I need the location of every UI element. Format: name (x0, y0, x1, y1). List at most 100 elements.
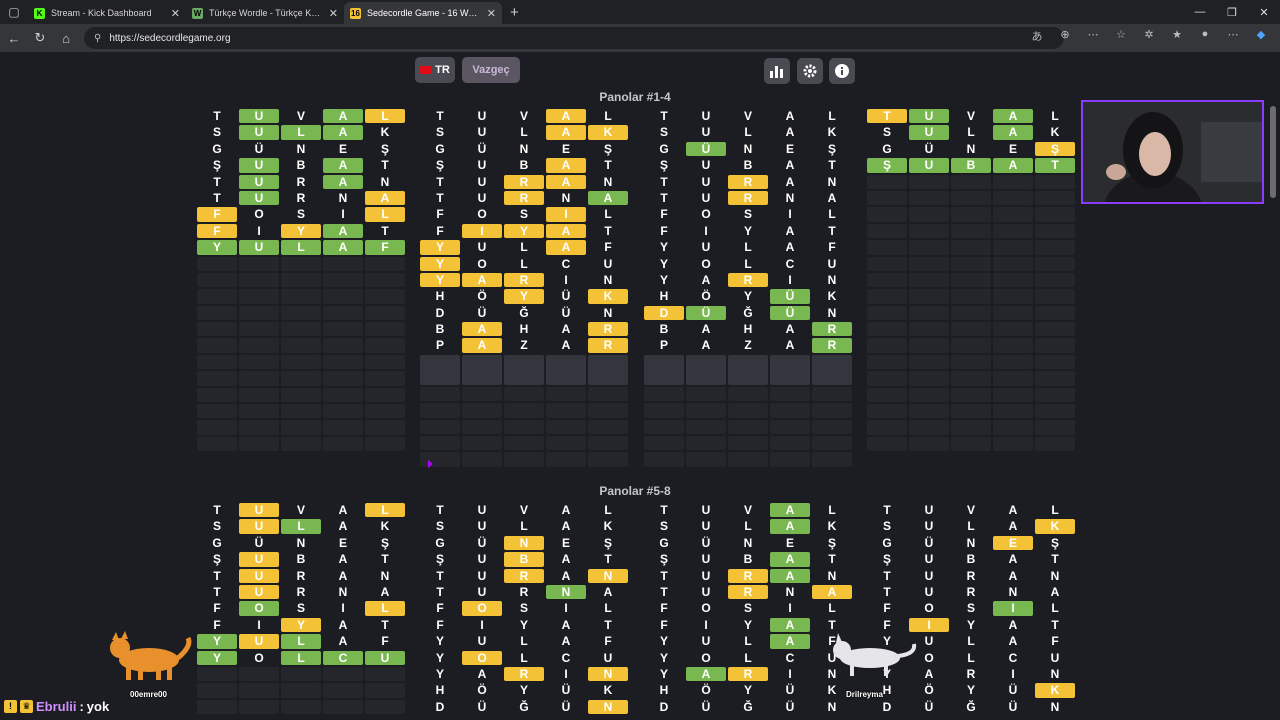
empty-tile (281, 371, 321, 386)
stats-button[interactable] (764, 58, 790, 84)
guess-row: FIYAT (420, 618, 628, 632)
guess-row: SULAK (420, 519, 628, 533)
empty-tile (281, 305, 321, 321)
empty-tile (993, 338, 1033, 353)
empty-tile (420, 436, 460, 451)
empty-tile (365, 436, 405, 452)
home-icon[interactable]: ⌂ (54, 26, 78, 50)
letter-tile: S (743, 207, 752, 222)
letter-tile: T (883, 584, 891, 599)
letter-tile: A (770, 634, 810, 649)
empty-tile (281, 436, 321, 452)
letter-tile: Y (197, 650, 237, 665)
reload-icon[interactable]: ↻ (28, 26, 52, 50)
guess-row: TUVAL (644, 109, 852, 123)
profile-icon[interactable]: ● (1196, 28, 1214, 44)
copilot-icon[interactable]: ◆ (1252, 28, 1270, 44)
empty-tile (365, 420, 405, 435)
empty-tile (1035, 207, 1075, 222)
extensions-icon[interactable]: ✲ (1140, 28, 1158, 44)
letter-tile: L (744, 256, 752, 271)
letter-tile: Y (659, 240, 668, 255)
page-scrollbar[interactable] (1270, 106, 1276, 198)
close-tab-icon[interactable]: ✕ (487, 7, 496, 20)
browser-tab[interactable]: K Stream - Kick Dashboard ✕ (28, 2, 186, 24)
empty-tile (1035, 354, 1075, 370)
empty-tile (420, 419, 460, 435)
letter-tile: C (561, 650, 571, 665)
letter-tile: G (659, 535, 669, 550)
letter-tile: G (659, 141, 669, 156)
letter-tile: A (588, 190, 628, 206)
empty-tile (281, 404, 321, 419)
favorites-icon[interactable]: ★ (1168, 28, 1186, 44)
guess-row: YULAF (420, 240, 628, 255)
guess-row (197, 387, 405, 403)
menu-icon[interactable]: ⋯ (1224, 28, 1242, 44)
letter-tile: K (827, 519, 837, 534)
empty-tile (909, 240, 949, 255)
letter-tile: A (323, 109, 363, 124)
info-button[interactable] (829, 58, 855, 84)
window-menu-icon[interactable]: ▢ (0, 0, 28, 24)
letter-tile: R (519, 584, 529, 599)
close-window-button[interactable]: ✕ (1248, 0, 1280, 24)
settings-button[interactable] (797, 58, 823, 84)
letter-tile: I (788, 666, 792, 681)
letter-tile: N (827, 174, 837, 189)
minimize-button[interactable]: — (1184, 0, 1216, 24)
empty-tile (239, 683, 279, 698)
letter-tile: U (701, 174, 711, 189)
translate-icon[interactable]: あ (1028, 28, 1046, 44)
empty-tile (323, 387, 363, 403)
guess-row (197, 354, 405, 370)
letter-tile: S (296, 207, 305, 222)
section-title-5-8: Panolar #5-8 (599, 484, 671, 498)
empty-tile (993, 420, 1033, 435)
letter-tile: U (365, 650, 405, 665)
new-tab-button[interactable]: + (502, 4, 527, 21)
bookmark-icon[interactable]: ☆ (1112, 28, 1130, 44)
language-button[interactable]: TR (415, 57, 455, 83)
pet-name-2: Drilreyma (846, 690, 883, 699)
site-info-icon[interactable]: ⚲ (94, 33, 101, 44)
chat-message: yok (86, 698, 110, 714)
close-tab-icon[interactable]: ✕ (171, 7, 180, 20)
empty-tile (867, 256, 907, 271)
browser-tab[interactable]: 16 Sedecordle Game - 16 Words Wo ✕ (344, 2, 502, 24)
letter-tile: L (744, 240, 752, 255)
guess-row: ŞUBAT (867, 552, 1075, 566)
letter-tile: B (951, 158, 991, 173)
guess-row (420, 419, 628, 435)
guess-row: DÜĞÜN (867, 700, 1075, 714)
letter-tile: A (785, 109, 795, 123)
letter-tile: F (197, 223, 237, 239)
empty-tile (365, 666, 405, 682)
zoom-icon[interactable]: ⊕ (1056, 28, 1074, 44)
letter-tile: U (701, 503, 711, 517)
guess-row: TURNA (867, 585, 1075, 599)
letter-tile: U (239, 158, 279, 173)
letter-tile: U (239, 190, 279, 206)
empty-tile (728, 386, 768, 402)
empty-tile (365, 354, 405, 370)
letter-tile: K (1035, 519, 1075, 534)
letter-tile: Y (519, 617, 528, 632)
guess-row: YOLCU (420, 256, 628, 271)
browser-tab[interactable]: W Türkçe Wordle - Türkçe Kelimeler ✕ (186, 2, 344, 24)
guess-row: GÜNEŞ (197, 536, 405, 550)
maximize-button[interactable]: ❐ (1216, 0, 1248, 24)
url-input[interactable]: ⚲ https://sedecordlegame.org (84, 27, 1064, 49)
empty-tile (867, 272, 907, 288)
guess-row (867, 190, 1075, 206)
empty-tile (546, 403, 586, 418)
cancel-button[interactable]: Vazgeç (462, 57, 520, 83)
letter-tile: L (365, 601, 405, 616)
empty-tile (1035, 240, 1075, 255)
close-tab-icon[interactable]: ✕ (329, 7, 338, 20)
letter-tile: O (701, 650, 711, 665)
more-icon[interactable]: ⋯ (1084, 28, 1102, 44)
back-icon[interactable]: ← (2, 26, 26, 50)
letter-tile: A (338, 617, 348, 632)
letter-tile: N (743, 535, 753, 550)
